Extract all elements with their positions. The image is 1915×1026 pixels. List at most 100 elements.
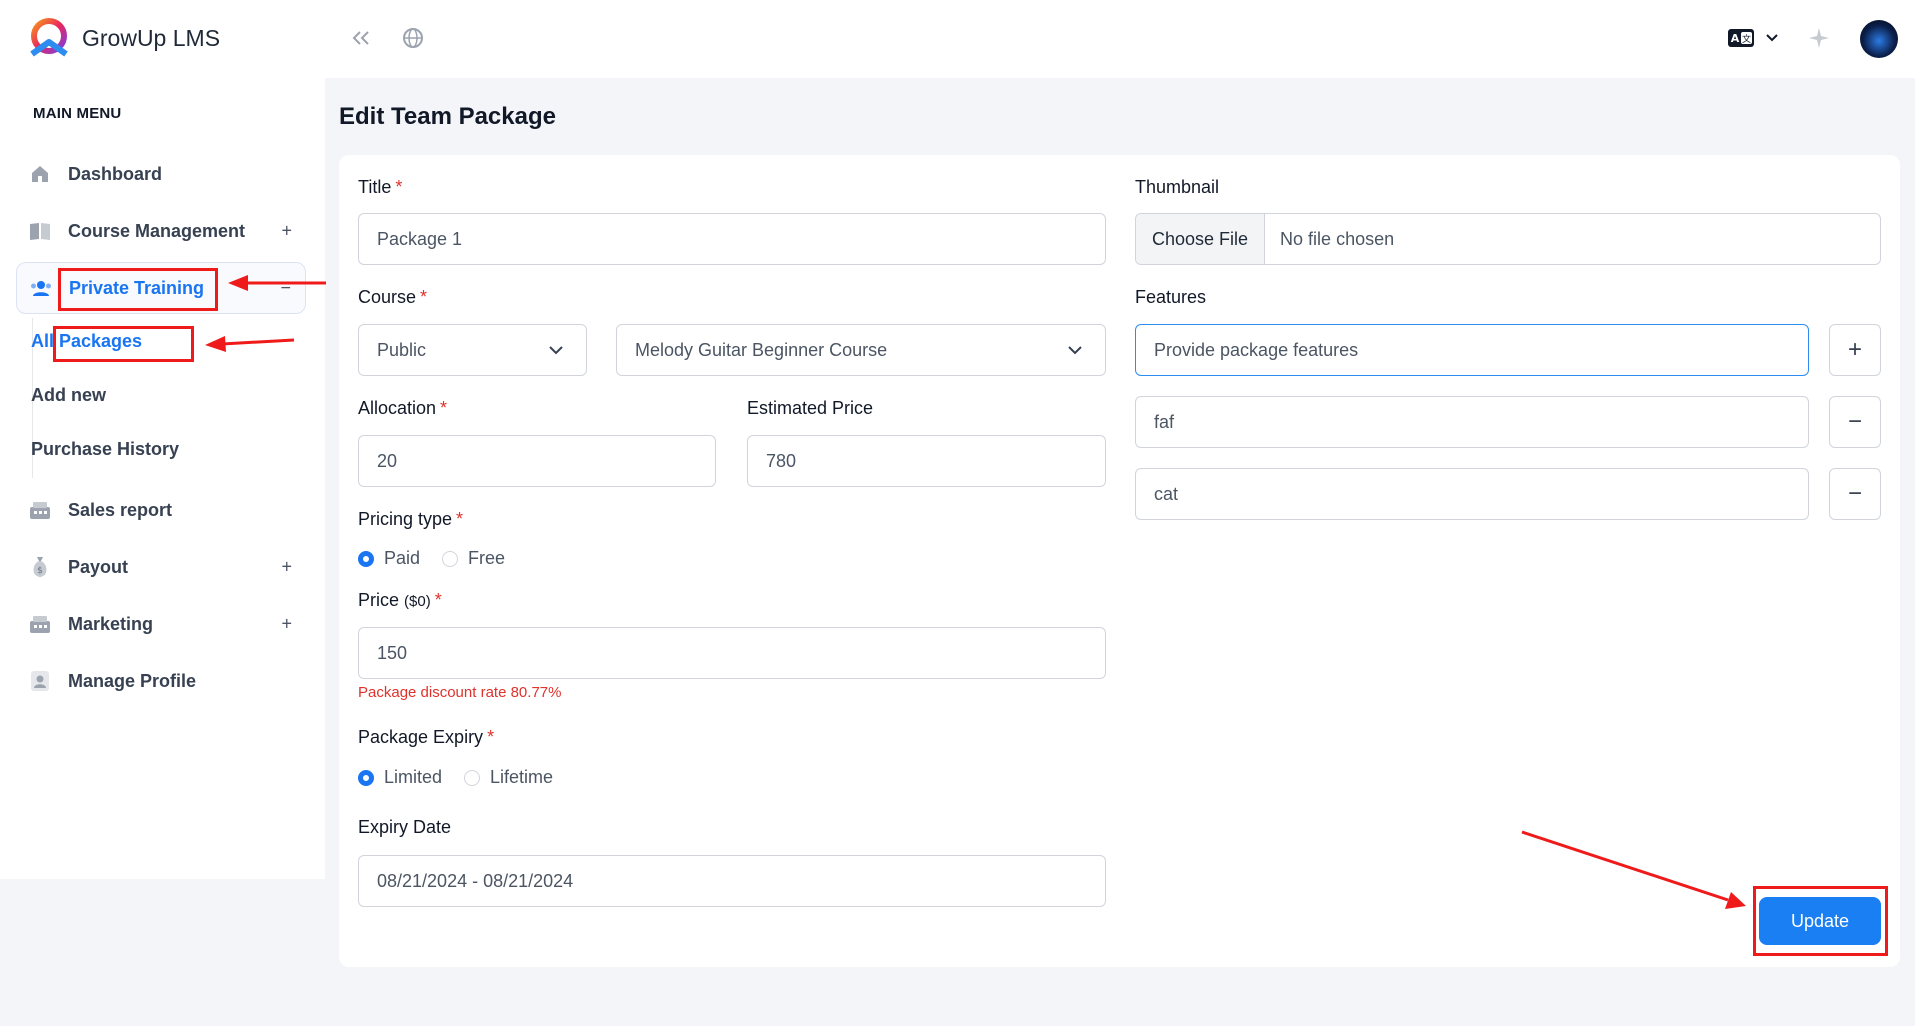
sidebar-item-marketing[interactable]: Marketing + — [16, 598, 306, 650]
expiry-limited-option[interactable]: Limited — [358, 767, 442, 788]
price-unit: ($0) — [404, 593, 431, 610]
expiry-date-input[interactable]: 08/21/2024 - 08/21/2024 — [358, 855, 1106, 907]
allocation-label: Allocation * — [358, 398, 447, 419]
discount-rate-hint: Package discount rate 80.77% — [358, 684, 562, 701]
required-mark: * — [420, 287, 428, 307]
pricing-type-radio-group: Paid Free — [358, 548, 527, 569]
annotation-box-private-training — [58, 268, 218, 311]
allocation-label-text: Allocation — [358, 398, 437, 418]
page-title: Edit Team Package — [339, 103, 556, 130]
title-label-text: Title — [358, 177, 392, 197]
growup-logo — [30, 18, 68, 57]
feature-value: cat — [1154, 483, 1179, 504]
chevron-down-icon[interactable] — [1758, 24, 1786, 52]
required-mark: * — [456, 509, 464, 529]
svg-text:A: A — [1731, 32, 1740, 45]
sidebar-item-dashboard[interactable]: Dashboard — [16, 148, 306, 200]
allocation-value: 20 — [377, 450, 398, 471]
thumbnail-label: Thumbnail — [1135, 177, 1220, 197]
radio-label: Lifetime — [490, 767, 554, 787]
home-icon — [28, 162, 52, 186]
sidebar-item-label: Sales report — [68, 499, 173, 520]
feature-item-input[interactable]: cat — [1135, 468, 1809, 520]
sidebar: GrowUp LMS MAIN MENU Dashboard Course Ma… — [0, 0, 325, 879]
required-mark: * — [395, 177, 403, 197]
pricing-type-label: Pricing type * — [358, 509, 463, 530]
title-input[interactable]: Package 1 — [358, 213, 1106, 265]
estimated-price-label: Estimated Price — [747, 398, 874, 418]
price-label-text: Price — [358, 590, 400, 610]
estimated-price-input[interactable]: 780 — [747, 435, 1106, 487]
sidebar-item-manage-profile[interactable]: Manage Profile — [16, 655, 306, 707]
expand-icon[interactable]: + — [281, 221, 292, 242]
pricing-paid-option[interactable]: Paid — [358, 548, 420, 569]
price-input[interactable]: 150 — [358, 627, 1106, 679]
course-visibility-value: Public — [377, 339, 427, 360]
top-bar — [325, 0, 1915, 78]
sidebar-item-label: Payout — [68, 556, 129, 577]
sidebar-item-sales-report[interactable]: Sales report — [16, 484, 306, 536]
feature-item-input[interactable]: faf — [1135, 396, 1809, 448]
radio-label: Paid — [384, 548, 421, 568]
money-bag-icon: $ — [28, 555, 52, 579]
profile-icon — [28, 669, 52, 693]
price-value: 150 — [377, 642, 408, 663]
remove-feature-button[interactable]: − — [1829, 468, 1881, 520]
features-input[interactable]: Provide package features — [1135, 324, 1809, 376]
avatar[interactable] — [1860, 20, 1898, 58]
remove-feature-button[interactable]: − — [1829, 396, 1881, 448]
expiry-date-value: 08/21/2024 - 08/21/2024 — [377, 870, 574, 891]
globe-icon[interactable] — [399, 24, 427, 52]
annotation-box-update — [1753, 886, 1888, 956]
expiry-radio-group: Limited Lifetime — [358, 767, 575, 788]
edit-package-card — [339, 155, 1900, 967]
package-expiry-label-text: Package Expiry — [358, 727, 484, 747]
sidebar-item-payout[interactable]: $ Payout + — [16, 541, 306, 593]
radio-checked[interactable] — [358, 769, 374, 786]
thumbnail-file-input[interactable]: Choose File No file chosen — [1135, 213, 1881, 265]
required-mark: * — [440, 398, 448, 418]
expand-icon[interactable]: + — [281, 614, 292, 635]
sidebar-subitem-purchase-history[interactable]: Purchase History — [31, 439, 179, 460]
required-mark: * — [487, 727, 495, 747]
course-select[interactable]: Melody Guitar Beginner Course — [616, 324, 1106, 376]
title-label: Title * — [358, 177, 402, 198]
svg-text:$: $ — [37, 566, 43, 576]
collapse-icon[interactable] — [347, 24, 375, 52]
course-label-text: Course — [358, 287, 417, 307]
features-label: Features — [1135, 287, 1207, 307]
svg-text:文: 文 — [1742, 33, 1751, 45]
sidebar-item-label: Dashboard — [68, 163, 163, 184]
feature-value: faf — [1154, 411, 1175, 432]
expand-icon[interactable]: + — [281, 557, 292, 578]
add-feature-button[interactable]: + — [1829, 324, 1881, 376]
sidebar-item-label: Course Management — [68, 220, 246, 241]
language-icon[interactable]: A文 — [1726, 24, 1756, 52]
expiry-lifetime-option[interactable]: Lifetime — [464, 767, 553, 788]
course-label: Course * — [358, 287, 427, 308]
sidebar-item-label: Manage Profile — [68, 670, 197, 691]
features-placeholder: Provide package features — [1154, 339, 1359, 360]
allocation-input[interactable]: 20 — [358, 435, 716, 487]
main-menu-heading: MAIN MENU — [33, 105, 122, 122]
annotation-box-all-packages — [53, 326, 194, 362]
sidebar-subitem-add-new[interactable]: Add new — [31, 385, 106, 406]
collapse-toggle-icon[interactable]: − — [280, 278, 291, 299]
radio-unchecked[interactable] — [442, 550, 459, 567]
course-visibility-select[interactable]: Public — [358, 324, 587, 376]
package-expiry-label: Package Expiry * — [358, 727, 494, 748]
cart-icon — [28, 498, 52, 522]
pricing-free-option[interactable]: Free — [442, 548, 505, 569]
radio-checked[interactable] — [358, 550, 374, 567]
course-select-value: Melody Guitar Beginner Course — [635, 339, 888, 360]
pricing-type-label-text: Pricing type — [358, 509, 453, 529]
sidebar-item-course-management[interactable]: Course Management + — [16, 205, 306, 257]
file-status: No file chosen — [1280, 228, 1395, 249]
radio-unchecked[interactable] — [464, 769, 481, 786]
sparkle-icon[interactable] — [1805, 24, 1833, 52]
price-label: Price ($0) * — [358, 590, 442, 611]
users-icon — [29, 276, 53, 300]
choose-file-button[interactable]: Choose File — [1136, 214, 1266, 264]
brand[interactable]: GrowUp LMS — [26, 16, 220, 60]
expiry-date-label: Expiry Date — [358, 817, 452, 837]
